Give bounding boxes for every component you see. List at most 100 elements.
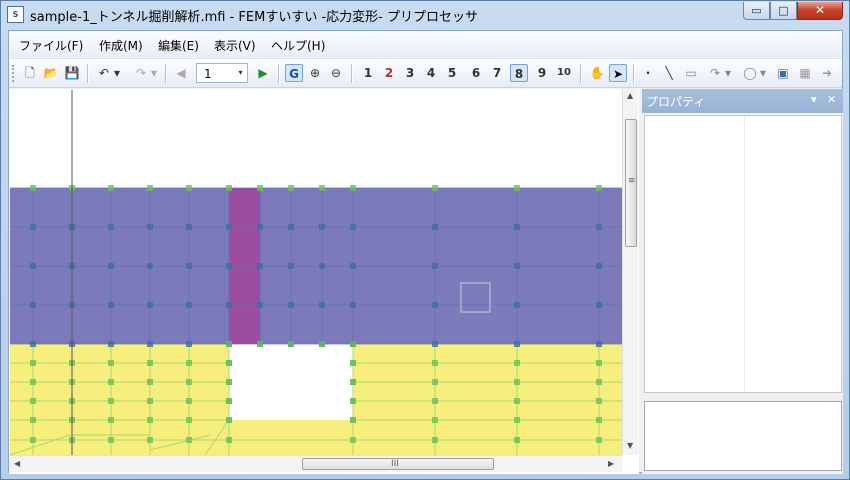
mesh-node[interactable]: [514, 341, 520, 347]
scroll-left-icon[interactable]: ◀: [14, 459, 20, 468]
mesh-node[interactable]: [288, 224, 294, 230]
pan-hand-icon[interactable]: ✋: [588, 64, 606, 82]
mesh-node[interactable]: [596, 398, 602, 404]
menu-edit[interactable]: 編集(E): [158, 37, 199, 54]
horizontal-scroll-thumb[interactable]: III: [302, 458, 494, 470]
mesh-node[interactable]: [288, 263, 294, 269]
mesh-node[interactable]: [147, 379, 153, 385]
scroll-up-icon[interactable]: ▲: [627, 91, 633, 100]
redo-dropdown-icon[interactable]: ▾: [149, 64, 159, 82]
mesh-node[interactable]: [257, 185, 263, 191]
vertical-scroll-thumb[interactable]: ≡: [625, 119, 637, 247]
chevron-down-icon[interactable]: ▾: [234, 64, 247, 82]
mesh-node[interactable]: [108, 379, 114, 385]
toolbar-grip[interactable]: [12, 65, 17, 82]
mesh-node[interactable]: [30, 341, 36, 347]
mesh-node[interactable]: [30, 224, 36, 230]
undo-dropdown-icon[interactable]: ▾: [112, 64, 122, 82]
mesh-node[interactable]: [30, 398, 36, 404]
mesh-node[interactable]: [257, 302, 263, 308]
mesh-node[interactable]: [257, 224, 263, 230]
mesh-node[interactable]: [514, 302, 520, 308]
mesh-node[interactable]: [30, 185, 36, 191]
mesh-node[interactable]: [319, 185, 325, 191]
mesh-node[interactable]: [226, 302, 232, 308]
mesh-node[interactable]: [147, 417, 153, 423]
mesh-node[interactable]: [350, 263, 356, 269]
mesh-node[interactable]: [350, 398, 356, 404]
mesh-node[interactable]: [186, 417, 192, 423]
mesh-node[interactable]: [514, 417, 520, 423]
mesh-node[interactable]: [514, 437, 520, 443]
mesh-node[interactable]: [596, 302, 602, 308]
mesh-node[interactable]: [432, 398, 438, 404]
mesh-node[interactable]: [226, 379, 232, 385]
mesh-node[interactable]: [514, 379, 520, 385]
point-tool-icon[interactable]: ·: [639, 64, 657, 82]
mesh-node[interactable]: [596, 360, 602, 366]
arc-tool-icon[interactable]: ↷: [706, 64, 724, 82]
circle-dropdown-icon[interactable]: ▾: [758, 64, 768, 82]
step-7-icon[interactable]: 7: [488, 64, 506, 82]
mesh-node[interactable]: [108, 417, 114, 423]
mesh-node[interactable]: [108, 398, 114, 404]
mesh-node[interactable]: [596, 417, 602, 423]
mesh-node[interactable]: [147, 185, 153, 191]
line-tool-icon[interactable]: ╲: [660, 64, 678, 82]
step-5-icon[interactable]: 5: [443, 64, 461, 82]
vertical-scrollbar[interactable]: ▲ ≡ ▼: [622, 89, 638, 455]
go-icon[interactable]: ➜: [818, 64, 836, 82]
mesh-node[interactable]: [432, 437, 438, 443]
mesh-node[interactable]: [319, 341, 325, 347]
fem-mesh-drawing[interactable]: [10, 90, 622, 455]
rectangle-tool-icon[interactable]: ▭: [682, 64, 700, 82]
mesh-node[interactable]: [186, 341, 192, 347]
mesh-node[interactable]: [432, 302, 438, 308]
mesh-tool-icon[interactable]: ▦: [796, 64, 814, 82]
mesh-node[interactable]: [147, 398, 153, 404]
step-8-icon[interactable]: 8: [510, 64, 528, 82]
scroll-right-icon[interactable]: ▶: [608, 459, 614, 468]
menu-help[interactable]: ヘルプ(H): [271, 37, 325, 54]
mesh-node[interactable]: [350, 437, 356, 443]
mesh-node[interactable]: [596, 341, 602, 347]
mesh-node[interactable]: [432, 341, 438, 347]
step-10-icon[interactable]: 10: [555, 64, 573, 82]
mesh-node[interactable]: [147, 437, 153, 443]
mesh-node[interactable]: [350, 360, 356, 366]
next-step-icon[interactable]: ▶: [254, 64, 272, 82]
arc-dropdown-icon[interactable]: ▾: [723, 64, 733, 82]
mesh-node[interactable]: [288, 185, 294, 191]
circle-tool-icon[interactable]: ◯: [741, 64, 759, 82]
mesh-node[interactable]: [226, 437, 232, 443]
mesh-node[interactable]: [30, 302, 36, 308]
mesh-node[interactable]: [514, 360, 520, 366]
mesh-node[interactable]: [147, 263, 153, 269]
mesh-node[interactable]: [186, 437, 192, 443]
step-2-icon[interactable]: 2: [380, 64, 398, 82]
mesh-node[interactable]: [108, 302, 114, 308]
mesh-node[interactable]: [108, 437, 114, 443]
panel-dropdown-icon[interactable]: ▾: [811, 93, 817, 106]
mesh-node[interactable]: [596, 263, 602, 269]
mesh-node[interactable]: [226, 185, 232, 191]
mesh-node[interactable]: [319, 263, 325, 269]
mesh-node[interactable]: [514, 185, 520, 191]
mesh-node[interactable]: [186, 398, 192, 404]
mesh-node[interactable]: [432, 360, 438, 366]
app-icon[interactable]: S: [7, 6, 24, 23]
horizontal-scrollbar[interactable]: ◀ III ▶: [9, 455, 622, 472]
mesh-node[interactable]: [257, 263, 263, 269]
mesh-node[interactable]: [350, 302, 356, 308]
step-4-icon[interactable]: 4: [422, 64, 440, 82]
grid-snap-icon[interactable]: G: [285, 64, 303, 82]
previous-step-icon[interactable]: ◀: [172, 64, 190, 82]
fem-model-canvas[interactable]: [10, 90, 622, 455]
mesh-node[interactable]: [108, 360, 114, 366]
mesh-node[interactable]: [319, 302, 325, 308]
step-9-icon[interactable]: 9: [533, 64, 551, 82]
mesh-node[interactable]: [186, 379, 192, 385]
mesh-node[interactable]: [108, 224, 114, 230]
mesh-node[interactable]: [186, 263, 192, 269]
zoom-in-icon[interactable]: ⊕: [306, 64, 324, 82]
